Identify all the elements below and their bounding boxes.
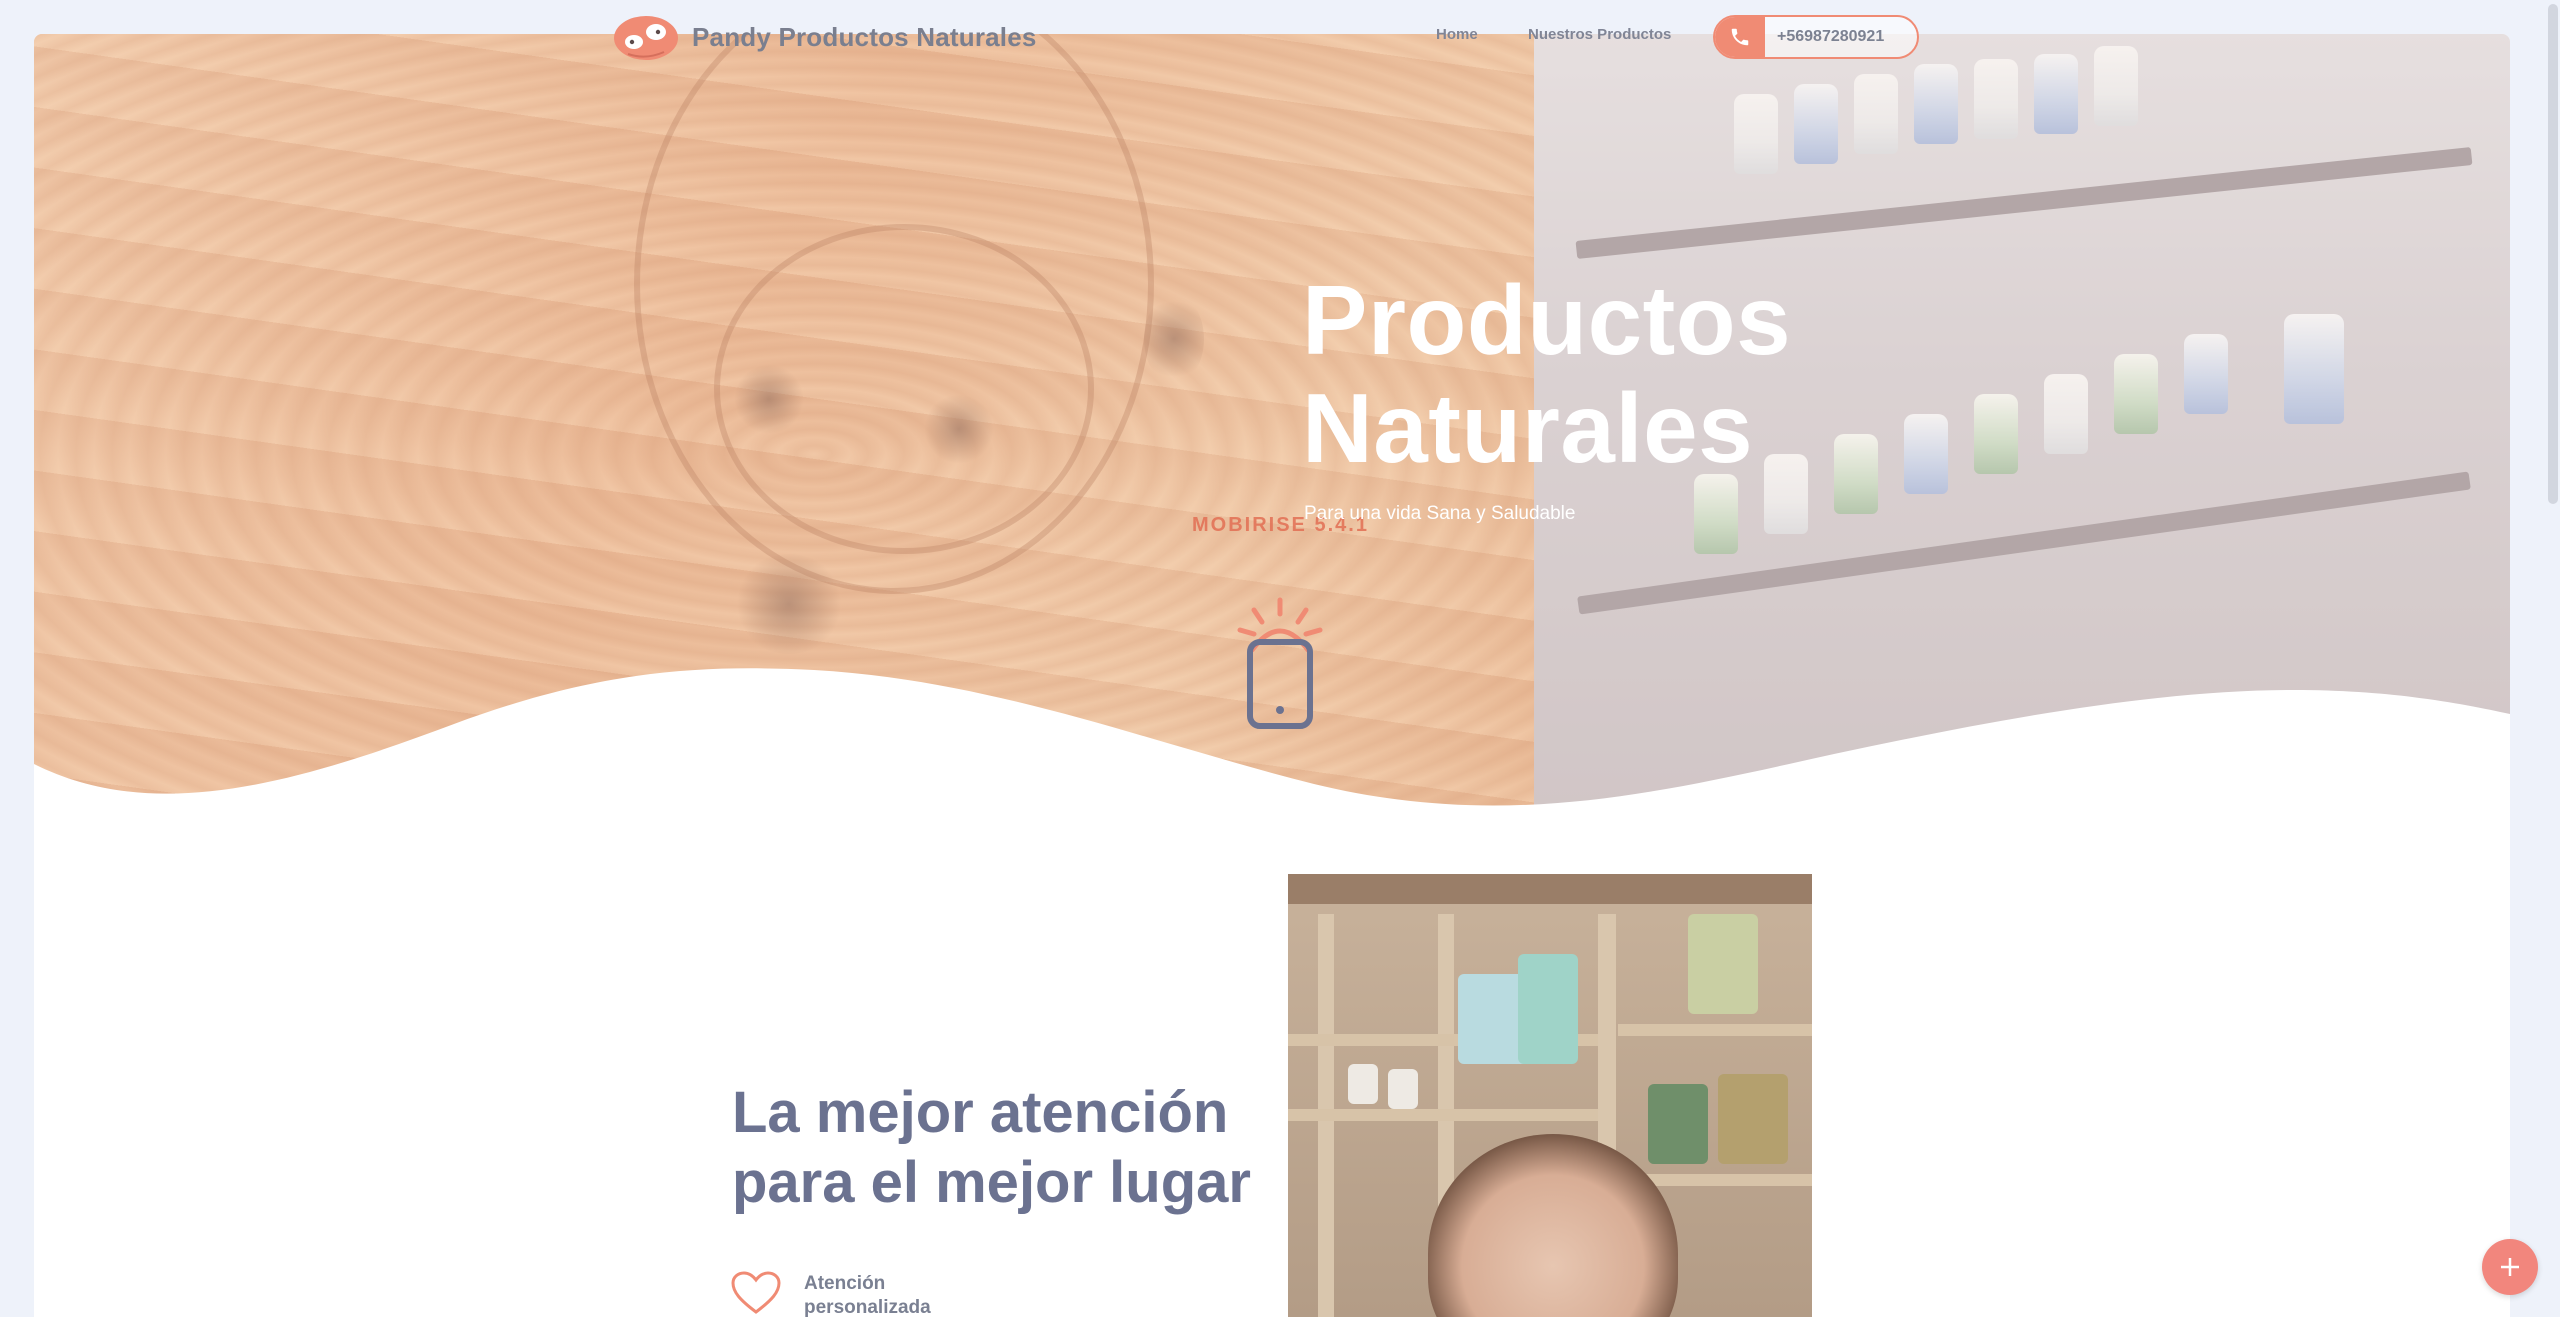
scrollbar-thumb[interactable] bbox=[2548, 4, 2558, 504]
ceiling bbox=[1288, 874, 1812, 904]
nav-productos[interactable]: Nuestros Productos bbox=[1528, 26, 1671, 43]
product-pack bbox=[1718, 1074, 1788, 1164]
plus-button[interactable] bbox=[2482, 1239, 2538, 1295]
person bbox=[1428, 1134, 1678, 1317]
product-pack bbox=[1648, 1084, 1708, 1164]
phone-button[interactable]: +56987280921 bbox=[1713, 15, 1919, 59]
brand-name[interactable]: Pandy Productos Naturales bbox=[692, 22, 1037, 53]
store-photo bbox=[1288, 874, 1812, 1317]
shelf-board bbox=[1288, 1109, 1598, 1121]
feature-label: Atención personalizada bbox=[804, 1273, 931, 1317]
page: Pandy Productos Naturales Home Nuestros … bbox=[0, 0, 2560, 1317]
hero-title: Productos Naturales bbox=[1302, 266, 1791, 482]
nav-home[interactable]: Home bbox=[1436, 26, 1478, 43]
product-jar bbox=[1348, 1064, 1378, 1104]
product-jar bbox=[1388, 1069, 1418, 1109]
heart-icon bbox=[731, 1271, 781, 1314]
site-header: Pandy Productos Naturales Home Nuestros … bbox=[0, 0, 2560, 70]
phone-icon bbox=[1715, 17, 1765, 57]
light-bulb-icon bbox=[1237, 597, 1323, 729]
section-title: La mejor atención para el mejor lugar bbox=[732, 1078, 1251, 1218]
plus-icon bbox=[2501, 1258, 2519, 1276]
phone-number: +56987280921 bbox=[1777, 28, 1885, 45]
section-title-line-2: para el mejor lugar bbox=[732, 1150, 1251, 1215]
shelf-board bbox=[1618, 1024, 1812, 1036]
hero-title-line-1: Productos bbox=[1302, 265, 1792, 375]
hero-title-line-2: Naturales bbox=[1302, 373, 1754, 483]
product-pack bbox=[1518, 954, 1578, 1064]
section-title-line-1: La mejor atención bbox=[732, 1080, 1229, 1145]
product-pack bbox=[1688, 914, 1758, 1014]
hero-subtitle: Para una vida Sana y Saludable bbox=[1304, 503, 1576, 524]
brand-logo-icon[interactable] bbox=[612, 14, 680, 62]
